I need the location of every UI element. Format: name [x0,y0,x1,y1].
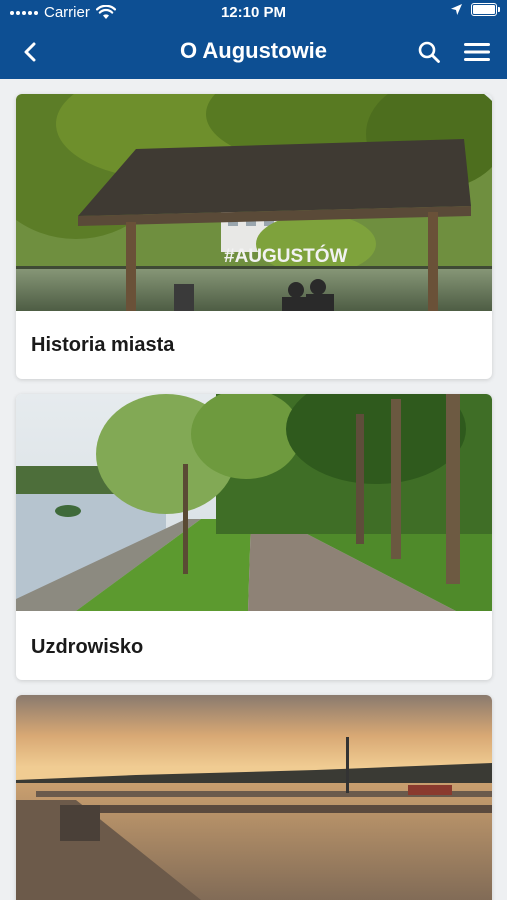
battery-icon [471,3,500,16]
card-title: Uzdrowisko [31,636,144,658]
status-time: 12:10 PM [220,4,287,21]
card-image-pier-sunset [16,695,492,900]
app-header: Carrier 12:10 PM O Augustowie [0,0,507,79]
card-historia-miasta[interactable]: #AUGUSTÓW Historia miasta [16,94,492,379]
card-uzdrowisko[interactable]: Uzdrowisko [16,394,492,680]
hamburger-menu-icon [464,43,490,61]
card-pier[interactable] [16,695,492,900]
navigation-bar: O Augustowie [0,28,507,76]
card-title: Historia miasta [31,334,175,356]
menu-button[interactable] [461,36,493,68]
location-arrow-icon [451,4,462,15]
status-right [450,3,500,16]
card-image-promenade [16,394,492,611]
search-icon [418,41,440,63]
card-image-gazebo: #AUGUSTÓW [16,94,492,311]
search-button[interactable] [413,36,445,68]
augustow-sign-text: #AUGUSTÓW [224,245,348,267]
status-bar: Carrier 12:10 PM [0,0,507,26]
